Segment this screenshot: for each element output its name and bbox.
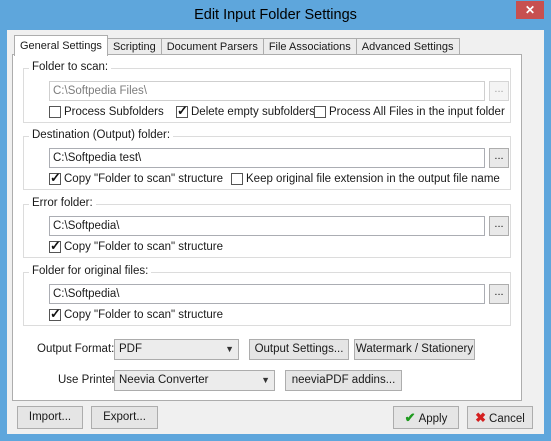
checkbox-box <box>314 106 326 118</box>
import-button[interactable]: Import... <box>17 406 83 429</box>
output-format-select[interactable]: PDF ▼ <box>114 339 239 360</box>
checkbox-box <box>176 103 188 119</box>
neeviapdf-addins-button[interactable]: neeviaPDF addins... <box>285 370 402 391</box>
checkbox-label: Copy "Folder to scan" structure <box>64 309 224 321</box>
original-files-group: Folder for original files: C:\Softpedia\… <box>23 265 511 326</box>
window-title: Edit Input Folder Settings <box>194 7 357 23</box>
checkmark-icon: ✔ <box>404 410 416 425</box>
chevron-down-icon: ▼ <box>225 344 234 354</box>
close-button[interactable]: ✕ <box>516 1 544 19</box>
apply-button[interactable]: ✔ Apply <box>393 406 459 429</box>
checkbox-box <box>49 170 61 186</box>
destination-folder-input[interactable]: C:\Softpedia test\ <box>49 148 485 168</box>
error-folder-browse-button[interactable]: ... <box>489 216 509 236</box>
checkbox-label: Process Subfolders <box>64 106 164 118</box>
folder-to-scan-label: Folder to scan: <box>29 61 112 73</box>
dialog-window: Edit Input Folder Settings ✕ General Set… <box>0 0 551 441</box>
tab-general-settings[interactable]: General Settings <box>14 35 108 56</box>
checkbox-label: Delete empty subfolders <box>191 106 316 118</box>
original-files-browse-button[interactable]: ... <box>489 284 509 304</box>
checkbox-label: Keep original file extension in the outp… <box>246 173 500 185</box>
error-folder-group: Error folder: C:\Softpedia\ ... Copy "Fo… <box>23 197 511 258</box>
cancel-button[interactable]: ✖ Cancel <box>467 406 533 429</box>
original-copy-structure-checkbox[interactable]: Copy "Folder to scan" structure <box>49 306 224 322</box>
printer-select[interactable]: Neevia Converter ▼ <box>114 370 275 391</box>
destination-folder-group: Destination (Output) folder: C:\Softpedi… <box>23 129 511 190</box>
output-settings-button[interactable]: Output Settings... <box>249 339 349 360</box>
chevron-down-icon: ▼ <box>261 375 270 385</box>
error-folder-input[interactable]: C:\Softpedia\ <box>49 216 485 236</box>
original-files-input[interactable]: C:\Softpedia\ <box>49 284 485 304</box>
checkbox-label: Copy "Folder to scan" structure <box>64 241 224 253</box>
checkbox-label: Process All Files in the input folder <box>329 106 505 118</box>
watermark-stationery-button[interactable]: Watermark / Stationery <box>354 339 475 360</box>
printer-value: Neevia Converter <box>119 374 209 386</box>
cancel-label: Cancel <box>489 413 525 425</box>
checkbox-box <box>49 238 61 254</box>
checkbox-box <box>49 306 61 322</box>
output-format-value: PDF <box>119 343 142 355</box>
general-settings-panel: Folder to scan: C:\Softpedia Files\ ... … <box>12 54 522 401</box>
checkbox-box <box>49 106 61 118</box>
checkbox-box <box>231 173 243 185</box>
error-copy-structure-checkbox[interactable]: Copy "Folder to scan" structure <box>49 238 224 254</box>
apply-label: Apply <box>418 413 448 425</box>
x-icon: ✖ <box>475 410 487 425</box>
folder-to-scan-browse-button[interactable]: ... <box>489 81 509 101</box>
checkbox-label: Copy "Folder to scan" structure <box>64 173 224 185</box>
process-subfolders-checkbox[interactable]: Process Subfolders <box>49 106 164 118</box>
original-files-label: Folder for original files: <box>29 265 152 277</box>
tab-strip: General Settings Scripting Document Pars… <box>14 35 460 56</box>
title-bar[interactable]: Edit Input Folder Settings ✕ <box>0 0 551 30</box>
destination-folder-label: Destination (Output) folder: <box>29 129 174 141</box>
process-all-files-checkbox[interactable]: Process All Files in the input folder <box>314 106 505 118</box>
output-format-label: Output Format: <box>37 343 115 355</box>
delete-empty-subfolders-checkbox[interactable]: Delete empty subfolders <box>176 103 316 119</box>
use-printer-label: Use Printer: <box>58 374 119 386</box>
folder-to-scan-group: Folder to scan: C:\Softpedia Files\ ... … <box>23 61 511 123</box>
export-button[interactable]: Export... <box>91 406 158 429</box>
destination-browse-button[interactable]: ... <box>489 148 509 168</box>
dialog-body: General Settings Scripting Document Pars… <box>7 30 544 434</box>
destination-copy-structure-checkbox[interactable]: Copy "Folder to scan" structure <box>49 170 224 186</box>
keep-extension-checkbox[interactable]: Keep original file extension in the outp… <box>231 173 500 185</box>
error-folder-label: Error folder: <box>29 197 96 209</box>
folder-to-scan-input[interactable]: C:\Softpedia Files\ <box>49 81 485 101</box>
